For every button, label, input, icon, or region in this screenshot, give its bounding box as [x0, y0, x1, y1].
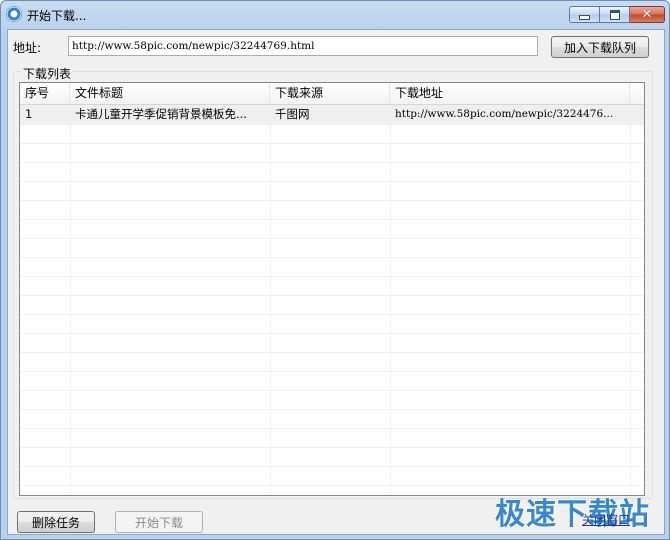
maximize-icon — [609, 9, 620, 20]
close-window-link[interactable]: 关闭窗口 — [582, 511, 630, 528]
address-label: 地址: — [13, 41, 42, 55]
gridline — [20, 390, 644, 391]
cell-source: 千图网 — [275, 107, 310, 121]
minimize-button[interactable] — [569, 6, 600, 23]
app-icon — [6, 6, 22, 22]
column-header-source[interactable]: 下载来源 — [270, 83, 390, 104]
gridline — [20, 485, 644, 486]
list-header: 序号 文件标题 下载来源 下载地址 — [20, 83, 644, 105]
gridline — [20, 124, 644, 125]
add-to-queue-button[interactable]: 加入下载队列 — [551, 36, 649, 58]
download-list[interactable]: 序号 文件标题 下载来源 下载地址 1 卡通儿童开学季促销背景模板免... 千图… — [19, 82, 645, 496]
gridline — [70, 105, 71, 495]
gridline — [20, 409, 644, 410]
client-area: 地址: http://www.58pic.com/newpic/32244769… — [7, 29, 665, 535]
gridline — [630, 105, 631, 495]
start-download-button[interactable]: 开始下载 — [115, 511, 203, 533]
gridline — [20, 428, 644, 429]
gridline — [20, 181, 644, 182]
gridline — [390, 105, 391, 495]
gridline — [20, 200, 644, 201]
cell-title: 卡通儿童开学季促销背景模板免... — [75, 107, 247, 121]
gridline — [20, 219, 644, 220]
gridline — [20, 276, 644, 277]
table-row[interactable]: 1 卡通儿童开学季促销背景模板免... 千图网 http://www.58pic… — [20, 105, 644, 124]
gridline — [20, 466, 644, 467]
minimize-icon — [579, 15, 590, 20]
gridline — [20, 333, 644, 334]
maximize-button[interactable] — [600, 6, 630, 23]
list-body: 1 卡通儿童开学季促销背景模板免... 千图网 http://www.58pic… — [20, 105, 644, 495]
gridline — [20, 238, 644, 239]
window-title: 开始下载... — [27, 9, 87, 23]
close-icon: ✕ — [641, 7, 653, 22]
gridline — [270, 105, 271, 495]
column-header-url[interactable]: 下载地址 — [390, 83, 630, 104]
cell-index: 1 — [25, 107, 33, 121]
gridline — [20, 371, 644, 372]
download-window: 开始下载... ✕ 地址: http://www.58pic.com/newpi… — [0, 0, 670, 540]
gridline — [20, 257, 644, 258]
gridline — [20, 314, 644, 315]
column-header-title[interactable]: 文件标题 — [70, 83, 270, 104]
close-button[interactable]: ✕ — [630, 6, 665, 23]
gridline — [20, 447, 644, 448]
title-bar[interactable]: 开始下载... ✕ — [1, 1, 669, 29]
cell-url: http://www.58pic.com/newpic/3224476... — [395, 108, 614, 120]
column-header-index[interactable]: 序号 — [20, 83, 70, 104]
delete-task-button[interactable]: 删除任务 — [17, 511, 95, 533]
gridline — [20, 352, 644, 353]
address-input[interactable]: http://www.58pic.com/newpic/32244769.htm… — [68, 36, 538, 56]
download-list-legend: 下载列表 — [21, 65, 74, 82]
gridline — [20, 162, 644, 163]
gridline — [20, 295, 644, 296]
gridline — [20, 143, 644, 144]
